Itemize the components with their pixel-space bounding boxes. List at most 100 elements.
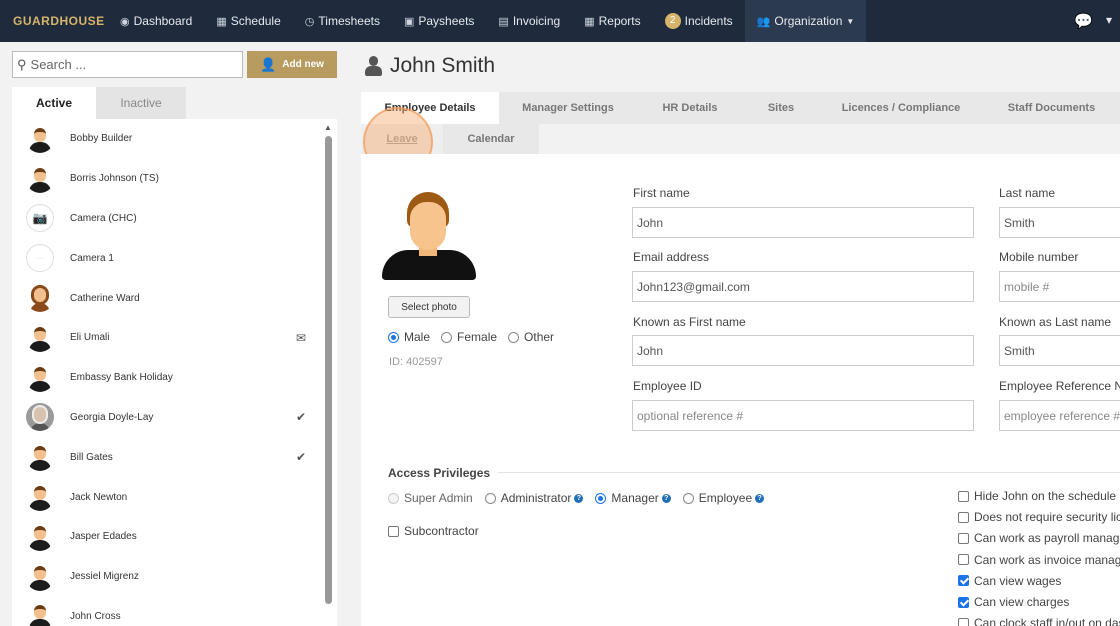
help-icon[interactable]: ? <box>661 493 671 503</box>
gender-options: Male Female Other <box>388 330 565 344</box>
radio-administrator[interactable] <box>484 492 496 504</box>
setting-checkbox[interactable] <box>958 575 969 587</box>
access-manager[interactable]: Manager? <box>595 491 671 505</box>
person-name: Borris Johnson (TS) <box>70 173 159 185</box>
nav-reports[interactable]: ▦ Reports <box>572 0 652 42</box>
chat-icon[interactable]: 💬 <box>1074 12 1093 30</box>
mobile-label: Mobile number <box>999 250 1079 264</box>
email-label: Email address <box>633 250 710 264</box>
chevron-down-icon[interactable]: ▾ <box>1106 13 1112 27</box>
tab-manager-settings[interactable]: Manager Settings <box>499 92 637 124</box>
setting-checkbox[interactable] <box>958 490 969 502</box>
select-photo-button[interactable]: Select photo <box>388 296 470 318</box>
list-item[interactable]: Bill Gates ✔ <box>12 437 337 477</box>
nav-organization[interactable]: 👥 Organization ▼ <box>744 0 867 42</box>
people-list: Bobby Builder Borris Johnson (TS) 📷 Camera … <box>12 119 337 626</box>
help-icon[interactable]: ? <box>755 493 765 503</box>
top-navbar: GUARDHOUSE ◉ Dashboard ▦ Schedule ◷ Timeshe… <box>0 0 1120 42</box>
access-super-admin[interactable]: Super Admin <box>388 491 473 505</box>
invoice-icon: ▤ <box>498 15 509 28</box>
help-icon[interactable]: ? <box>574 493 584 503</box>
list-item[interactable]: Jessiel Migrenz <box>12 557 337 597</box>
setting-option[interactable]: Can work as payroll manage <box>958 531 1120 545</box>
add-new-button[interactable]: 👤 Add new <box>247 51 337 78</box>
list-item[interactable]: 📷 Camera (CHC) <box>12 199 337 239</box>
list-item[interactable]: Borris Johnson (TS) <box>12 159 337 199</box>
list-item[interactable]: Embassy Bank Holiday <box>12 358 337 398</box>
list-item[interactable]: Eli Umali ✉ <box>12 318 337 358</box>
nav-label: Incidents <box>684 14 733 28</box>
tab-sites[interactable]: Sites <box>743 92 819 124</box>
nav-incidents[interactable]: 2 Incidents <box>653 0 745 42</box>
radio-employee[interactable] <box>682 492 694 504</box>
last-name-field[interactable] <box>999 207 1120 238</box>
known-last-field[interactable] <box>999 335 1120 366</box>
known-first-field[interactable] <box>632 335 974 366</box>
radio-male[interactable] <box>388 331 399 343</box>
setting-checkbox[interactable] <box>958 617 969 626</box>
setting-option[interactable]: Can view charges <box>958 595 1069 609</box>
email-field[interactable] <box>632 271 974 302</box>
setting-option[interactable]: Does not require security lice <box>958 510 1120 524</box>
setting-option[interactable]: Can view wages <box>958 574 1061 588</box>
setting-label: Can view charges <box>974 595 1070 609</box>
tab-active[interactable]: Active <box>12 87 96 119</box>
setting-checkbox[interactable] <box>958 554 969 566</box>
radio-super-admin[interactable] <box>388 492 399 504</box>
subcontractor-checkbox[interactable] <box>388 525 399 537</box>
tab-licences-compliance[interactable]: Licences / Compliance <box>819 92 983 124</box>
avatar <box>26 124 54 153</box>
employee-id-field[interactable] <box>632 400 974 431</box>
list-item[interactable]: Georgia Doyle-Lay ✔ <box>12 398 337 438</box>
setting-checkbox[interactable] <box>958 596 969 608</box>
access-administrator[interactable]: Administrator? <box>484 491 584 505</box>
brand-logo[interactable]: GUARDHOUSE <box>0 14 108 28</box>
search-input[interactable] <box>30 57 231 72</box>
access-employee[interactable]: Employee? <box>682 491 765 505</box>
tab-hr-details[interactable]: HR Details <box>637 92 743 124</box>
person-name: Bobby Builder <box>70 133 133 145</box>
list-item[interactable]: John Cross <box>12 597 337 626</box>
list-item[interactable]: Bobby Builder <box>12 119 337 159</box>
scrollbar-thumb[interactable] <box>325 136 332 604</box>
subcontractor-option[interactable]: Subcontractor <box>388 524 479 538</box>
mobile-field[interactable] <box>999 271 1120 302</box>
tab-inactive[interactable]: Inactive <box>96 87 186 119</box>
tab-calendar[interactable]: Calendar <box>443 124 539 154</box>
nav-dashboard[interactable]: ◉ Dashboard <box>108 0 204 42</box>
person-name: John Cross <box>70 610 121 622</box>
nav-invoicing[interactable]: ▤ Invoicing <box>486 0 572 42</box>
employee-ref-field[interactable] <box>999 400 1120 431</box>
setting-checkbox[interactable] <box>958 511 969 523</box>
radio-other[interactable] <box>508 331 520 343</box>
scroll-up-arrow[interactable]: ▲ <box>324 123 332 132</box>
first-name-field[interactable] <box>632 207 974 238</box>
incidents-count-badge: 2 <box>664 13 681 29</box>
avatar <box>26 164 54 193</box>
setting-option[interactable]: Can clock staff in/out on dash <box>958 616 1120 626</box>
setting-label: Can clock staff in/out on dash <box>974 616 1120 626</box>
list-item[interactable]: Jack Newton <box>12 477 337 517</box>
person-name: Jessiel Migrenz <box>70 571 139 583</box>
radio-female[interactable] <box>441 331 453 343</box>
nav-schedule[interactable]: ▦ Schedule <box>204 0 292 42</box>
setting-checkbox[interactable] <box>958 532 969 544</box>
gender-male[interactable]: Male <box>388 330 430 344</box>
gender-female[interactable]: Female <box>441 330 497 344</box>
person-name: Bill Gates <box>70 451 113 463</box>
nav-paysheets[interactable]: ▣ Paysheets <box>392 0 486 42</box>
gender-other[interactable]: Other <box>508 330 554 344</box>
tab-staff-documents[interactable]: Staff Documents <box>983 92 1120 124</box>
setting-option[interactable]: Can work as invoice manage <box>958 553 1120 567</box>
radio-manager[interactable] <box>595 492 607 504</box>
person-name: Jasper Edades <box>70 531 137 543</box>
list-item[interactable]: ····· Camera 1 <box>12 238 337 278</box>
avatar <box>26 522 54 551</box>
list-item[interactable]: Catherine Ward <box>12 278 337 318</box>
list-item[interactable]: Jasper Edades <box>12 517 337 557</box>
setting-option[interactable]: Hide John on the schedule <box>958 489 1116 503</box>
person-name: Jack Newton <box>70 491 128 503</box>
nav-timesheets[interactable]: ◷ Timesheets <box>293 0 392 42</box>
check-icon: ✔ <box>296 410 307 425</box>
known-last-label: Known as Last name <box>999 315 1112 329</box>
